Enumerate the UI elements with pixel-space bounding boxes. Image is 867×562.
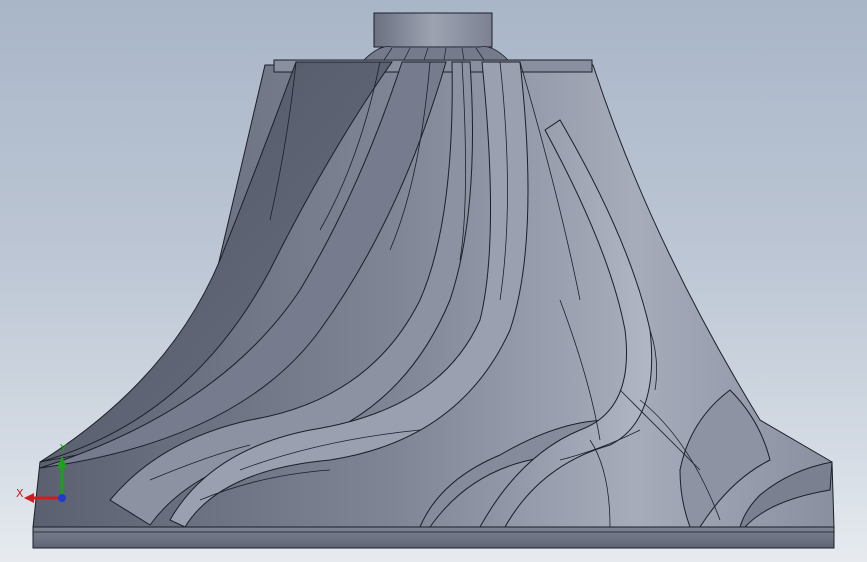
base-plate	[32, 526, 835, 549]
top-cap	[363, 12, 509, 61]
graphics-viewport[interactable]: X Y	[0, 0, 867, 562]
coordinate-triad	[24, 456, 67, 503]
z-axis-dot	[58, 494, 66, 502]
impeller-model[interactable]	[0, 0, 867, 562]
y-axis-label: Y	[60, 442, 67, 455]
x-axis-label: X	[16, 487, 24, 500]
